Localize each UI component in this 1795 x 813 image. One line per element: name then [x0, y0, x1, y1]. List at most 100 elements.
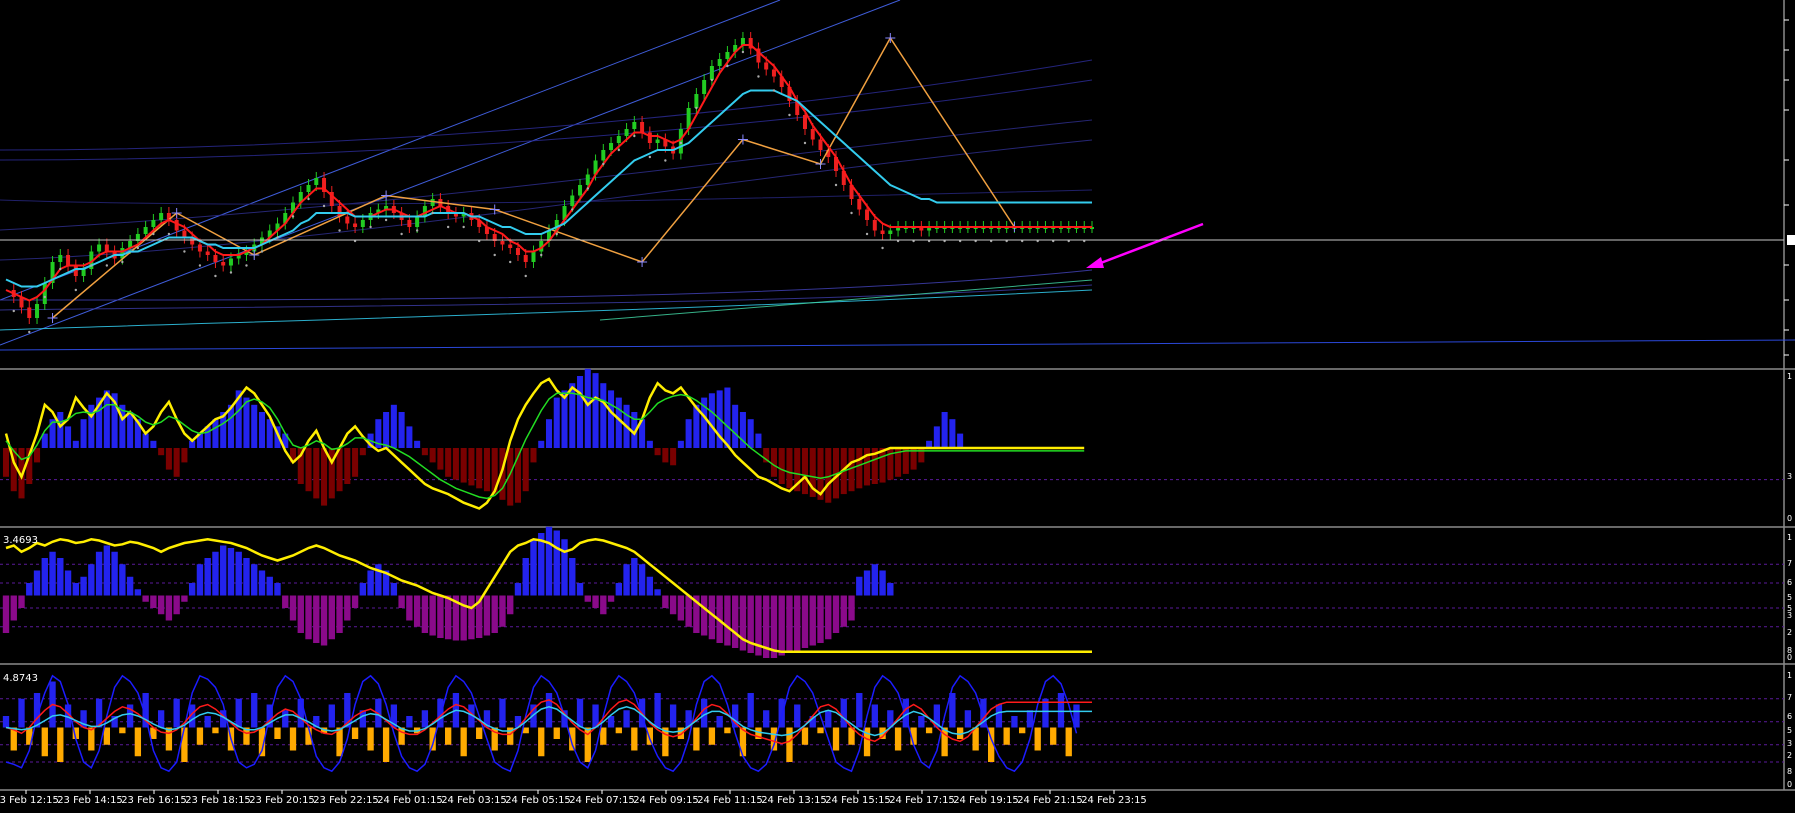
histogram-bar [382, 727, 390, 762]
candle-body [694, 94, 699, 108]
histogram-bar [119, 727, 126, 734]
histogram-bar [351, 595, 359, 608]
histogram-bar [398, 412, 405, 448]
histogram-bar [2, 448, 10, 477]
candle-body [888, 230, 893, 234]
sar-dot [59, 267, 62, 271]
y-tick-label: 7 [1787, 559, 1792, 568]
histogram-bar [111, 551, 118, 596]
candle-body [430, 199, 435, 206]
sar-dot [509, 260, 512, 264]
y-tick-label: 6 [1787, 712, 1792, 721]
candle-body [228, 258, 233, 266]
candle-body [771, 69, 776, 77]
chart-canvas[interactable]: 3.4693 4.8743 13017655328017653280 23 Fe… [0, 0, 1795, 809]
histogram-bar [26, 583, 33, 596]
histogram-bar [576, 698, 584, 728]
histogram-bar [577, 376, 584, 448]
histogram-bar [669, 595, 677, 615]
histogram-bar [685, 419, 692, 448]
histogram-bar [157, 595, 165, 615]
histogram-bar [1057, 693, 1065, 728]
y-tick-label: 0 [1787, 514, 1792, 523]
candle-body [810, 129, 815, 140]
sar-dot [540, 253, 543, 257]
sar-dot [710, 78, 714, 82]
candle-body [601, 150, 606, 161]
histogram-bar [1019, 727, 1026, 734]
histogram-bar [530, 539, 537, 596]
trading-chart-window[interactable]: 3.4693 4.8743 13017655328017653280 23 Fe… [0, 0, 1795, 809]
histogram-bar [289, 595, 297, 621]
candle-body [523, 255, 528, 262]
histogram-bar [251, 693, 258, 728]
histogram-bar [64, 570, 72, 596]
histogram-bar [173, 595, 180, 615]
candle-body [655, 139, 660, 143]
candle-body [616, 136, 621, 143]
histogram-bar [576, 583, 584, 596]
histogram-bar [677, 595, 685, 621]
sar-dot [726, 64, 729, 68]
sar-dot [214, 274, 217, 278]
histogram-bar [34, 448, 41, 463]
sar-dot [121, 260, 124, 264]
histogram-bar [165, 448, 172, 470]
histogram-bar [476, 727, 483, 739]
candle-body [221, 262, 226, 266]
histogram-bar [429, 448, 436, 463]
sar-dot [555, 232, 558, 236]
time-axis-label: 24 Feb 11:15 [697, 795, 763, 806]
histogram-bar [243, 558, 250, 596]
histogram-bar [282, 710, 289, 728]
sar-dot [602, 162, 605, 166]
histogram-bar [445, 448, 452, 477]
histogram-bar [406, 716, 413, 728]
candle-body [678, 129, 683, 154]
candle-body [702, 80, 707, 94]
histogram-bar [126, 576, 134, 596]
histogram-bar [235, 551, 242, 596]
histogram-bar [631, 727, 638, 751]
sar-dot [322, 204, 326, 208]
histogram-bar [235, 698, 242, 728]
candle-body [764, 62, 769, 70]
histogram-bar [72, 440, 79, 448]
time-axis-label: 23 Feb 18:15 [185, 795, 251, 806]
y-tick-label: 1 [1787, 671, 1792, 680]
histogram-bar [359, 448, 366, 456]
histogram-bar [654, 589, 661, 596]
histogram-bar [351, 727, 359, 739]
oscillator-3-readout: 4.8743 [3, 673, 38, 684]
histogram-bar [134, 727, 142, 757]
sar-dot [850, 211, 853, 215]
histogram-bar [142, 433, 149, 448]
sar-dot [183, 250, 186, 253]
histogram-bar [134, 589, 142, 596]
histogram-bar [522, 558, 529, 596]
histogram-bar [763, 710, 770, 728]
histogram-bar [840, 698, 847, 728]
sar-dot [803, 141, 807, 145]
histogram-bar [615, 727, 622, 734]
candle-body [159, 213, 164, 220]
histogram-bar [158, 448, 165, 456]
histogram-bar [468, 595, 475, 640]
histogram-bar [840, 595, 847, 627]
sar-dot [152, 232, 155, 236]
time-axis-label: 23 Feb 14:15 [57, 795, 123, 806]
histogram-bar [933, 426, 940, 448]
histogram-bar [445, 727, 452, 745]
histogram-bar [491, 595, 498, 633]
sar-dot [571, 208, 574, 211]
candle-body [585, 174, 590, 185]
histogram-bar [615, 583, 622, 596]
histogram-bar [545, 419, 553, 448]
histogram-bar [421, 448, 428, 456]
y-tick-label: 6 [1787, 578, 1792, 587]
histogram-bar [623, 710, 630, 728]
histogram-bar [181, 727, 188, 762]
candle-body [647, 132, 652, 143]
sar-dot [772, 89, 776, 92]
histogram-bar [173, 698, 180, 728]
